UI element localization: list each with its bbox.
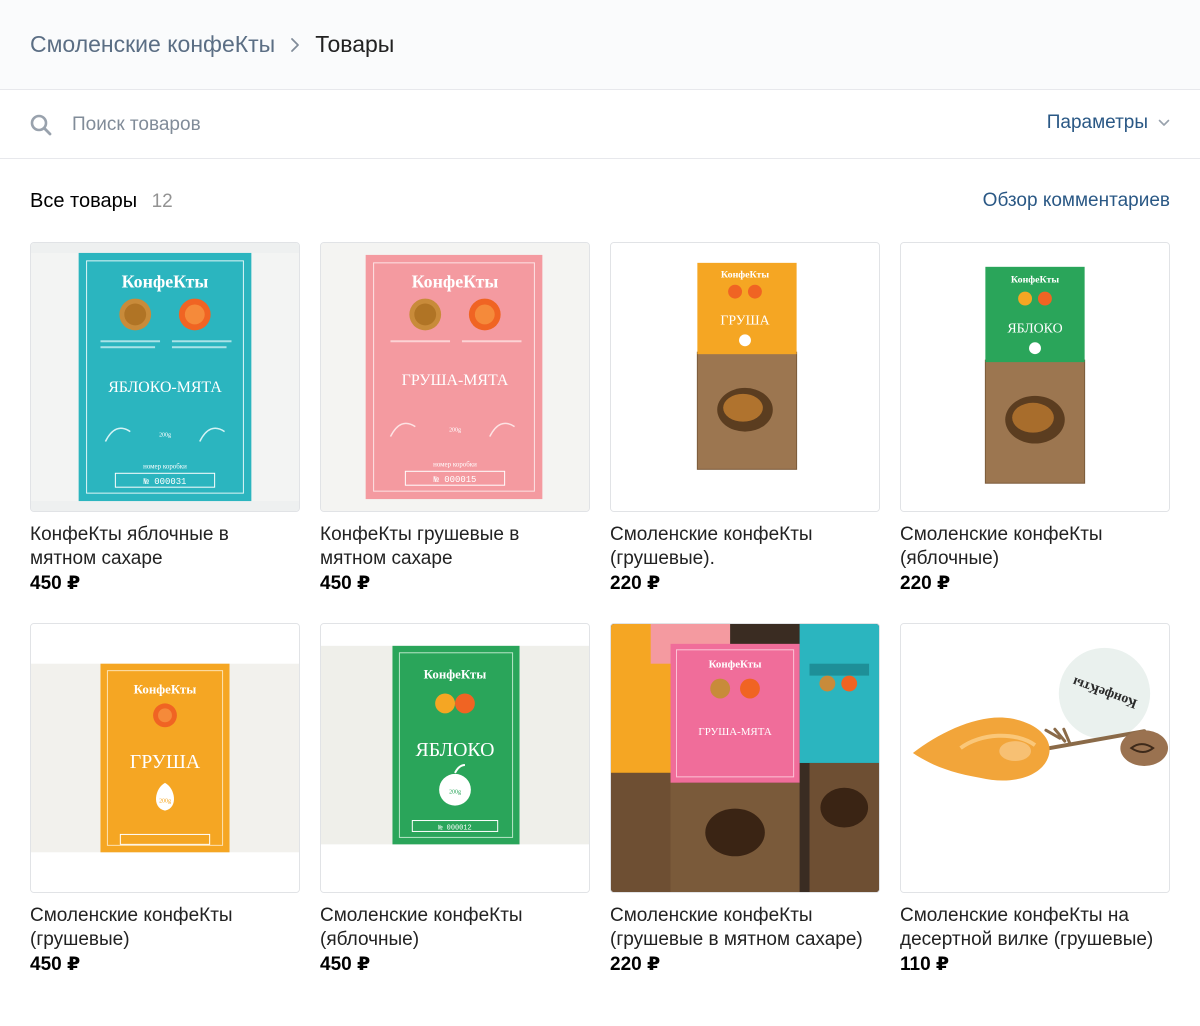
teal-box-image: КонфеКты ЯБЛОКО-МЯТА 200g номер коробки … bbox=[31, 243, 299, 511]
product-image[interactable]: КонфеКты ГРУША 200g bbox=[30, 623, 300, 893]
svg-text:ЯБЛОКО-МЯТА: ЯБЛОКО-МЯТА bbox=[108, 379, 222, 396]
product-title[interactable]: Смоленские конфеКты на десертной вилке (… bbox=[900, 904, 1170, 952]
product-image[interactable]: КонфеКты ГРУША-МЯТА 200g номер коробки №… bbox=[320, 242, 590, 512]
svg-text:№ 000015: № 000015 bbox=[434, 475, 477, 485]
svg-text:номер коробки: номер коробки bbox=[433, 460, 477, 468]
product-card[interactable]: КонфеКты ГРУША-МЯТА Смоленские конфеКты … bbox=[610, 623, 880, 982]
product-card[interactable]: КонфеКты ГРУША 200g Смоленские конфеКты … bbox=[30, 623, 300, 982]
search-bar: Параметры bbox=[0, 90, 1200, 159]
parameters-label: Параметры bbox=[1046, 112, 1148, 133]
pink-box-image: КонфеКты ГРУША-МЯТА 200g номер коробки №… bbox=[321, 243, 589, 511]
svg-text:КонфеКты: КонфеКты bbox=[1011, 275, 1059, 286]
product-image[interactable]: КонфеКты ЯБЛОКО 200g № 000012 bbox=[320, 623, 590, 893]
product-title[interactable]: КонфеКты грушевые в мятном сахаре bbox=[320, 523, 590, 571]
breadcrumb: Смоленские конфеКты Товары bbox=[0, 0, 1200, 90]
svg-text:ГРУША: ГРУША bbox=[130, 751, 201, 773]
svg-text:КонфеКты: КонфеКты bbox=[122, 272, 209, 292]
section-title-group: Все товары 12 bbox=[30, 190, 173, 213]
svg-text:ГРУША-МЯТА: ГРУША-МЯТА bbox=[402, 372, 509, 389]
product-card[interactable]: КонфеКты ЯБЛОКО-МЯТА 200g номер коробки … bbox=[30, 242, 300, 601]
orange-box-image: КонфеКты ГРУША 200g bbox=[31, 624, 299, 892]
product-price: 220 ₽ bbox=[610, 573, 661, 594]
product-price: 220 ₽ bbox=[610, 954, 661, 975]
product-image[interactable]: КонфеКты ГРУША bbox=[610, 242, 880, 512]
assorted-bags-image: КонфеКты ГРУША-МЯТА bbox=[611, 624, 879, 892]
parameters-dropdown[interactable]: Параметры bbox=[1047, 112, 1170, 134]
product-title[interactable]: Смоленские конфеКты (грушевые). bbox=[610, 523, 880, 571]
product-title[interactable]: КонфеКты яблочные в мятном сахаре bbox=[30, 523, 300, 571]
svg-text:КонфеКты: КонфеКты bbox=[709, 659, 762, 671]
page-title: Товары bbox=[315, 31, 395, 57]
product-card[interactable]: КонфеКты Смоленские конфеКты на десертно… bbox=[900, 623, 1170, 982]
product-title[interactable]: Смоленские конфеКты (яблочные) bbox=[320, 904, 590, 952]
svg-text:КонфеКты: КонфеКты bbox=[412, 272, 499, 292]
product-card[interactable]: КонфеКты ЯБЛОКО Смоленские конфеКты (ябл… bbox=[900, 242, 1170, 601]
product-title[interactable]: Смоленские конфеКты (грушевые в мятном с… bbox=[610, 904, 880, 952]
section-header: Все товары 12 Обзор комментариев bbox=[30, 186, 1170, 216]
svg-text:ГРУША: ГРУША bbox=[720, 313, 769, 328]
product-image[interactable]: КонфеКты bbox=[900, 623, 1170, 893]
svg-text:200g: 200g bbox=[159, 799, 171, 805]
product-grid: КонфеКты ЯБЛОКО-МЯТА 200g номер коробки … bbox=[30, 242, 1170, 982]
product-price: 450 ₽ bbox=[30, 573, 81, 594]
product-price: 220 ₽ bbox=[900, 573, 951, 594]
search-icon[interactable] bbox=[29, 113, 53, 137]
svg-text:ГРУША-МЯТА: ГРУША-МЯТА bbox=[698, 726, 771, 738]
product-image[interactable]: КонфеКты ГРУША-МЯТА bbox=[610, 623, 880, 893]
products-count: 12 bbox=[151, 190, 173, 212]
breadcrumb-root-link[interactable]: Смоленские конфеКты bbox=[30, 31, 275, 58]
product-image[interactable]: КонфеКты ЯБЛОКО bbox=[900, 242, 1170, 512]
svg-text:№ 000012: № 000012 bbox=[438, 824, 471, 832]
product-card[interactable]: КонфеКты ГРУША-МЯТА 200g номер коробки №… bbox=[320, 242, 590, 601]
product-card[interactable]: КонфеКты ГРУША Смоленские конфеКты (груш… bbox=[610, 242, 880, 601]
svg-text:200g: 200g bbox=[449, 428, 461, 434]
green-box-image: КонфеКты ЯБЛОКО 200g № 000012 bbox=[321, 624, 589, 892]
reviews-link[interactable]: Обзор комментариев bbox=[983, 190, 1170, 212]
product-price: 450 ₽ bbox=[320, 573, 371, 594]
svg-text:КонфеКты: КонфеКты bbox=[721, 270, 769, 281]
svg-text:КонфеКты: КонфеКты bbox=[134, 682, 197, 696]
product-price: 110 ₽ bbox=[900, 954, 950, 975]
svg-text:ЯБЛОКО: ЯБЛОКО bbox=[416, 739, 495, 761]
svg-text:200g: 200g bbox=[159, 433, 171, 439]
svg-text:КонфеКты: КонфеКты bbox=[424, 668, 487, 682]
product-image[interactable]: КонфеКты ЯБЛОКО-МЯТА 200g номер коробки … bbox=[30, 242, 300, 512]
section-title: Все товары bbox=[30, 189, 138, 212]
orange-bag-image: КонфеКты ГРУША bbox=[611, 243, 879, 511]
chevron-right-icon bbox=[275, 33, 315, 57]
product-price: 450 ₽ bbox=[30, 954, 81, 975]
search-input[interactable] bbox=[72, 110, 972, 140]
svg-text:номер коробки: номер коробки bbox=[143, 462, 187, 470]
product-title[interactable]: Смоленские конфеКты (яблочные) bbox=[900, 523, 1170, 571]
svg-text:№ 000031: № 000031 bbox=[144, 477, 187, 487]
chevron-down-icon bbox=[1158, 119, 1170, 126]
svg-text:ЯБЛОКО: ЯБЛОКО bbox=[1007, 321, 1062, 336]
product-title[interactable]: Смоленские конфеКты (грушевые) bbox=[30, 904, 300, 952]
green-bag-image: КонфеКты ЯБЛОКО bbox=[901, 243, 1169, 511]
product-card[interactable]: КонфеКты ЯБЛОКО 200g № 000012 Смоленские… bbox=[320, 623, 590, 982]
svg-text:200g: 200g bbox=[449, 790, 461, 796]
product-price: 450 ₽ bbox=[320, 954, 371, 975]
candy-on-fork-image: КонфеКты bbox=[901, 624, 1169, 892]
